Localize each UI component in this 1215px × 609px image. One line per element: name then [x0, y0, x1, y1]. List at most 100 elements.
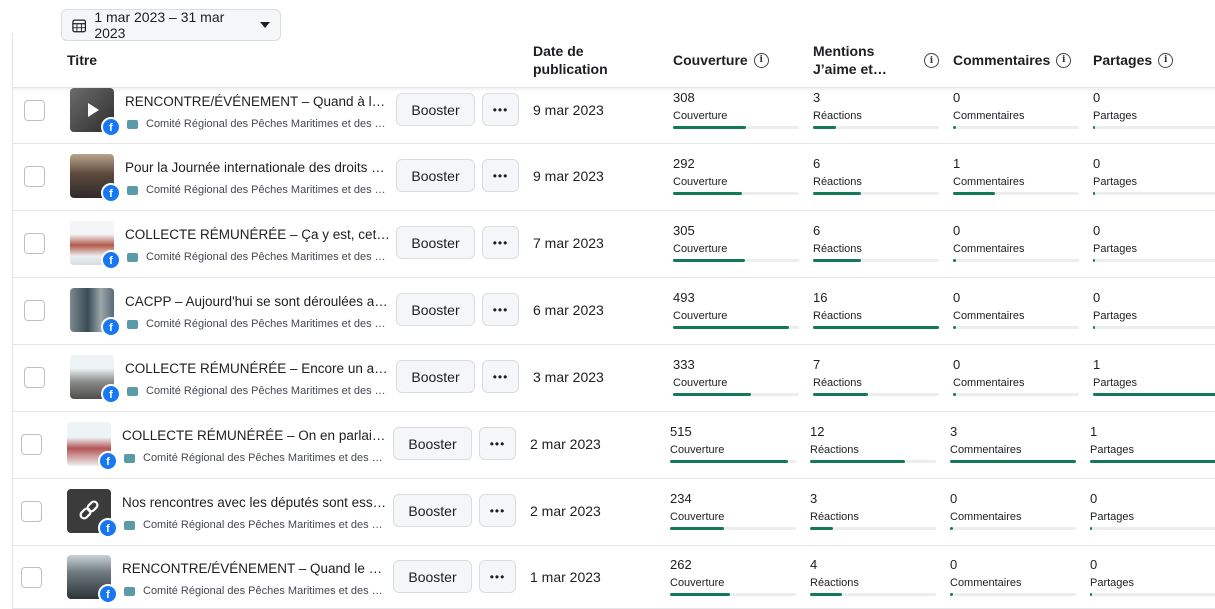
metric-value: 1 [953, 156, 961, 171]
metric-bar-fill [813, 126, 836, 129]
metric-bar [953, 326, 1079, 329]
booster-button[interactable]: Booster [396, 226, 475, 259]
publication-date: 3 mar 2023 [533, 369, 604, 385]
header-couverture[interactable]: Couverture i [673, 51, 769, 69]
metric-bar [673, 393, 799, 396]
metric-bar [1093, 393, 1215, 396]
metric-value: 6 [813, 223, 821, 238]
metric-label: Partages [1093, 176, 1138, 188]
metric-value: 234 [670, 491, 692, 506]
info-icon[interactable]: i [1158, 52, 1174, 68]
booster-button[interactable]: Booster [396, 93, 475, 126]
metric-value: 0 [1090, 557, 1098, 572]
more-icon[interactable]: ••• [479, 494, 516, 527]
post-title[interactable]: Nos rencontres avec les députés sont ess… [122, 495, 387, 510]
info-icon[interactable]: i [1056, 52, 1072, 68]
table-row: f COLLECTE RÉMUNÉRÉE – Encore un autre po… [12, 345, 1215, 412]
metric-bar [1093, 192, 1215, 195]
header-mentions[interactable]: Mentions J’aime et… [813, 42, 887, 78]
metric-label: Partages [1093, 243, 1138, 255]
row-checkbox[interactable] [24, 300, 45, 321]
page-name: Comité Régional des Pêches Maritimes et … [127, 385, 392, 397]
more-icon[interactable]: ••• [479, 560, 516, 593]
info-icon[interactable]: i [753, 52, 769, 68]
page-icon [127, 119, 138, 129]
metric-partages: 1 Partages [1090, 424, 1215, 463]
header-titre-label: Titre [67, 52, 98, 68]
info-icon[interactable]: i [924, 53, 939, 68]
metric-label: Commentaires [950, 444, 1022, 456]
row-checkbox[interactable] [24, 233, 45, 254]
booster-button[interactable]: Booster [396, 360, 475, 393]
post-title[interactable]: RENCONTRE/ÉVÉNEMENT – Quand le présid... [122, 561, 387, 576]
header-commentaires-label: Commentaires [953, 52, 1051, 68]
metric-reactions: 6 Réactions [813, 223, 939, 262]
page-name-label: Comité Régional des Pêches Maritimes et … [143, 585, 389, 597]
metric-label: Réactions [813, 243, 862, 255]
more-icon[interactable]: ••• [482, 93, 519, 126]
metric-value: 0 [1093, 223, 1101, 238]
row-checkbox[interactable] [24, 100, 45, 121]
metric-couverture: 333 Couverture [673, 357, 799, 396]
row-checkbox[interactable] [21, 434, 42, 455]
metric-value: 308 [673, 90, 695, 105]
metric-bar [670, 460, 796, 463]
metric-reactions: 4 Réactions [810, 557, 936, 596]
metric-value: 4 [810, 557, 818, 572]
metric-commentaires: 0 Commentaires [953, 223, 1079, 262]
header-date-publication[interactable]: Date de publication [533, 42, 608, 78]
metric-couverture: 292 Couverture [673, 156, 799, 195]
more-icon[interactable]: ••• [482, 360, 519, 393]
post-title[interactable]: RENCONTRE/ÉVÉNEMENT – Quand à la célé... [125, 94, 390, 109]
booster-button[interactable]: Booster [393, 427, 472, 460]
metric-label: Réactions [813, 176, 862, 188]
post-title[interactable]: COLLECTE RÉMUNÉRÉE – Encore un autre po.… [125, 361, 390, 376]
row-checkbox[interactable] [21, 567, 42, 588]
header-partages-label: Partages [1093, 52, 1153, 68]
booster-button[interactable]: Booster [393, 560, 472, 593]
row-checkbox[interactable] [24, 166, 45, 187]
post-title[interactable]: COLLECTE RÉMUNÉRÉE – Ça y est, cette foi… [125, 227, 390, 242]
publication-date: 6 mar 2023 [533, 302, 604, 318]
metric-label: Partages [1093, 110, 1138, 122]
metric-bar-fill [673, 259, 745, 262]
metric-bar-fill [810, 527, 833, 530]
header-commentaires[interactable]: Commentaires i [953, 51, 1072, 69]
header-partages[interactable]: Partages i [1093, 51, 1174, 69]
header-titre[interactable]: Titre [67, 51, 97, 69]
publication-date: 2 mar 2023 [530, 503, 601, 519]
metric-commentaires: 0 Commentaires [950, 491, 1076, 530]
more-icon[interactable]: ••• [479, 427, 516, 460]
metric-value: 1 [1093, 357, 1101, 372]
post-title[interactable]: CACPP – Aujourd'hui se sont déroulées au… [125, 294, 390, 309]
metric-bar-fill [813, 393, 869, 396]
metric-bar [953, 126, 1079, 129]
facebook-icon: f [101, 317, 121, 337]
more-icon[interactable]: ••• [482, 159, 519, 192]
row-checkbox[interactable] [21, 501, 42, 522]
metric-value: 3 [813, 90, 821, 105]
post-title[interactable]: COLLECTE RÉMUNÉRÉE – On en parlait hier.… [122, 428, 387, 443]
post-title[interactable]: Pour la Journée internationale des droit… [125, 160, 390, 175]
more-icon[interactable]: ••• [482, 293, 519, 326]
row-checkbox[interactable] [24, 367, 45, 388]
metric-bar-fill [813, 192, 861, 195]
booster-button[interactable]: Booster [396, 293, 475, 326]
publication-date: 2 mar 2023 [530, 436, 601, 452]
page-icon [127, 319, 138, 329]
booster-button[interactable]: Booster [396, 159, 475, 192]
metric-bar [813, 393, 939, 396]
metric-partages: 0 Partages [1093, 156, 1215, 195]
booster-button[interactable]: Booster [393, 494, 472, 527]
facebook-icon: f [98, 518, 118, 538]
table-row: f RENCONTRE/ÉVÉNEMENT – Quand à la célé..… [12, 87, 1215, 144]
metric-bar-fill [813, 259, 861, 262]
metric-bar [813, 192, 939, 195]
calendar-icon [72, 19, 87, 32]
metric-bar [953, 259, 1079, 262]
metric-bar-fill [953, 393, 956, 396]
metric-label: Couverture [673, 176, 728, 188]
more-icon[interactable]: ••• [482, 226, 519, 259]
publication-date: 1 mar 2023 [530, 569, 601, 585]
table-header: Titre Date de publication Couverture i M… [12, 33, 1215, 88]
